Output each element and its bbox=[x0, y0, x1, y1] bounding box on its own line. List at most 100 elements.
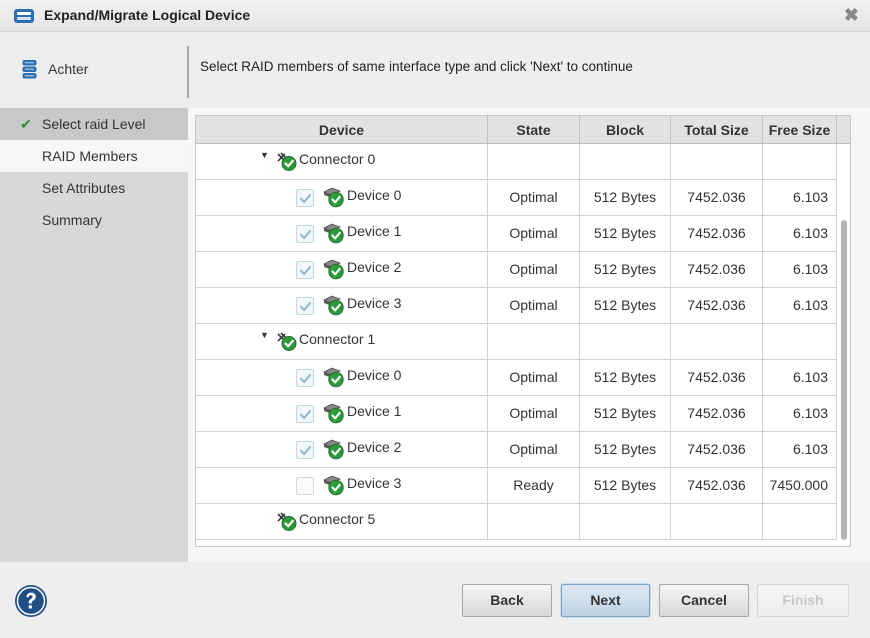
column-header-total-size[interactable]: Total Size bbox=[671, 116, 763, 144]
total-size-cell: 7452.036 bbox=[671, 468, 763, 503]
connector-label: Connector 5 bbox=[299, 511, 376, 527]
content-pane: Device State Block Total Size Free Size … bbox=[188, 108, 870, 562]
free-size-cell bbox=[763, 324, 837, 359]
connector-ok-icon bbox=[277, 332, 297, 351]
connector-row[interactable]: ▼ Connector 0 bbox=[196, 144, 850, 180]
step-set-attributes[interactable]: Set Attributes bbox=[0, 172, 188, 204]
block-cell: 512 Bytes bbox=[580, 216, 671, 251]
device-label: Device 0 bbox=[347, 367, 402, 383]
connector-row[interactable]: ▼ Connector 1 bbox=[196, 324, 850, 360]
state-cell: Optimal bbox=[488, 252, 580, 287]
member-checkbox[interactable] bbox=[296, 189, 314, 207]
column-header-free-size[interactable]: Free Size bbox=[763, 116, 837, 144]
close-icon[interactable]: ✖ bbox=[844, 5, 859, 26]
device-row[interactable]: Device 2 Optimal 512 Bytes 7452.036 6.10… bbox=[196, 252, 850, 288]
cancel-button[interactable]: Cancel bbox=[659, 584, 749, 617]
device-cell: Connector 5 bbox=[196, 504, 488, 539]
step-summary[interactable]: Summary bbox=[0, 204, 188, 236]
column-header-block[interactable]: Block bbox=[580, 116, 671, 144]
disk-ok-icon bbox=[323, 223, 344, 244]
device-cell: Device 2 bbox=[196, 432, 488, 467]
step-label: Summary bbox=[42, 212, 102, 228]
block-cell: 512 Bytes bbox=[580, 180, 671, 215]
free-size-cell: 7450.000 bbox=[763, 468, 837, 503]
device-label: Device 0 bbox=[347, 187, 402, 203]
state-cell bbox=[488, 504, 580, 539]
step-raid-members[interactable]: RAID Members bbox=[0, 140, 188, 172]
device-cell: Device 3 bbox=[196, 468, 488, 503]
free-size-cell: 6.103 bbox=[763, 396, 837, 431]
disk-ok-icon bbox=[323, 295, 344, 316]
connector-row[interactable]: Connector 5 bbox=[196, 504, 850, 540]
next-button[interactable]: Next bbox=[561, 584, 650, 617]
state-cell: Optimal bbox=[488, 432, 580, 467]
state-cell: Optimal bbox=[488, 288, 580, 323]
free-size-cell: 6.103 bbox=[763, 216, 837, 251]
disk-ok-icon bbox=[323, 475, 344, 496]
instruction-text: Select RAID members of same interface ty… bbox=[200, 59, 633, 74]
device-label: Device 3 bbox=[347, 475, 402, 491]
device-row[interactable]: Device 3 Optimal 512 Bytes 7452.036 6.10… bbox=[196, 288, 850, 324]
block-cell: 512 Bytes bbox=[580, 252, 671, 287]
device-label: Device 3 bbox=[347, 295, 402, 311]
member-checkbox[interactable] bbox=[296, 477, 314, 495]
back-button[interactable]: Back bbox=[462, 584, 552, 617]
expand-migrate-dialog: Expand/Migrate Logical Device ✖ Achter S… bbox=[0, 0, 870, 638]
device-cell: Device 0 bbox=[196, 360, 488, 395]
disk-ok-icon bbox=[323, 367, 344, 388]
step-select-raid-level[interactable]: ✔ Select raid Level bbox=[0, 108, 188, 140]
device-row[interactable]: Device 0 Optimal 512 Bytes 7452.036 6.10… bbox=[196, 180, 850, 216]
device-cell: Device 3 bbox=[196, 288, 488, 323]
disk-ok-icon bbox=[323, 403, 344, 424]
step-label: Set Attributes bbox=[42, 180, 126, 196]
device-row[interactable]: Device 2 Optimal 512 Bytes 7452.036 6.10… bbox=[196, 432, 850, 468]
raid-members-table: Device State Block Total Size Free Size … bbox=[195, 115, 851, 547]
total-size-cell: 7452.036 bbox=[671, 432, 763, 467]
disk-ok-icon bbox=[323, 187, 344, 208]
dialog-header: Achter Select RAID members of same inter… bbox=[0, 32, 870, 108]
device-cell: ▼ Connector 0 bbox=[196, 144, 488, 179]
column-header-state[interactable]: State bbox=[488, 116, 580, 144]
collapse-triangle-icon[interactable]: ▼ bbox=[260, 144, 269, 166]
member-checkbox[interactable] bbox=[296, 261, 314, 279]
state-cell bbox=[488, 324, 580, 359]
scrollbar-thumb[interactable] bbox=[841, 220, 847, 540]
device-label: Device 1 bbox=[347, 223, 402, 239]
column-header-device[interactable]: Device bbox=[196, 116, 488, 144]
total-size-cell bbox=[671, 144, 763, 179]
member-checkbox[interactable] bbox=[296, 225, 314, 243]
device-label: Device 1 bbox=[347, 403, 402, 419]
block-cell: 512 Bytes bbox=[580, 432, 671, 467]
device-row[interactable]: Device 0 Optimal 512 Bytes 7452.036 6.10… bbox=[196, 360, 850, 396]
device-row[interactable]: Device 1 Optimal 512 Bytes 7452.036 6.10… bbox=[196, 216, 850, 252]
help-icon[interactable] bbox=[14, 584, 48, 618]
checkmark-icon: ✔ bbox=[20, 116, 32, 132]
disk-ok-icon bbox=[323, 259, 344, 280]
header-divider bbox=[187, 46, 189, 98]
free-size-cell bbox=[763, 144, 837, 179]
device-row[interactable]: Device 1 Optimal 512 Bytes 7452.036 6.10… bbox=[196, 396, 850, 432]
back-to-achter-link[interactable]: Achter bbox=[22, 59, 88, 79]
device-row[interactable]: Device 3 Ready 512 Bytes 7452.036 7450.0… bbox=[196, 468, 850, 504]
connector-ok-icon bbox=[277, 152, 297, 171]
device-cell: Device 1 bbox=[196, 396, 488, 431]
block-cell: 512 Bytes bbox=[580, 468, 671, 503]
vertical-scrollbar[interactable] bbox=[837, 144, 850, 546]
collapse-triangle-icon[interactable]: ▼ bbox=[260, 324, 269, 346]
device-label: Device 2 bbox=[347, 439, 402, 455]
member-checkbox[interactable] bbox=[296, 405, 314, 423]
disk-ok-icon bbox=[323, 439, 344, 460]
step-label: Select raid Level bbox=[42, 116, 146, 132]
total-size-cell: 7452.036 bbox=[671, 288, 763, 323]
total-size-cell bbox=[671, 504, 763, 539]
connector-label: Connector 1 bbox=[299, 331, 376, 347]
block-cell bbox=[580, 324, 671, 359]
free-size-cell: 6.103 bbox=[763, 252, 837, 287]
member-checkbox[interactable] bbox=[296, 297, 314, 315]
title-bar: Expand/Migrate Logical Device ✖ bbox=[0, 0, 870, 32]
member-checkbox[interactable] bbox=[296, 441, 314, 459]
device-cell: ▼ Connector 1 bbox=[196, 324, 488, 359]
member-checkbox[interactable] bbox=[296, 369, 314, 387]
wizard-steps: ✔ Select raid Level RAID Members Set Att… bbox=[0, 108, 188, 562]
total-size-cell bbox=[671, 324, 763, 359]
